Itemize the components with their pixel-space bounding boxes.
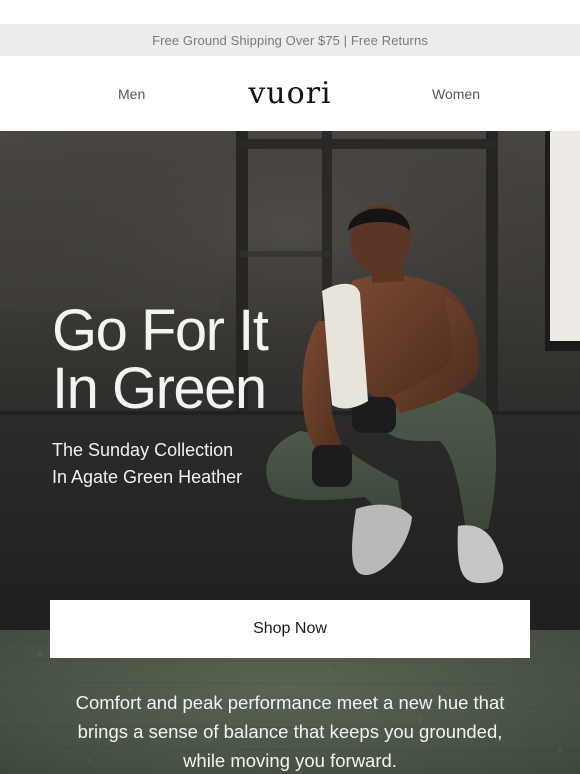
promo-bar[interactable]: Free Ground Shipping Over $75 | Free Ret… <box>0 24 580 56</box>
hero-subheadline-line-2[interactable]: In Agate Green Heather <box>52 464 292 491</box>
nav-women-link[interactable]: Women <box>432 86 480 102</box>
header-nav: Men vuori Women <box>0 56 580 131</box>
vuori-logo[interactable]: vuori <box>248 75 331 110</box>
shop-now-button[interactable]: Shop Now <box>50 600 530 658</box>
promo-text[interactable]: Free Ground Shipping Over $75 | Free Ret… <box>152 33 428 48</box>
top-spacer <box>0 0 580 24</box>
hero-subheadline-line-1[interactable]: The Sunday Collection <box>52 437 292 464</box>
nav-men-link[interactable]: Men <box>118 86 145 102</box>
hero-banner[interactable]: Go For It In Green The Sunday Collection… <box>0 131 580 631</box>
body-copy-text[interactable]: Comfort and peak performance meet a new … <box>60 688 520 774</box>
hero-headline[interactable]: Go For It In Green <box>52 302 312 418</box>
hero-subheadline[interactable]: The Sunday Collection In Agate Green Hea… <box>52 437 292 491</box>
